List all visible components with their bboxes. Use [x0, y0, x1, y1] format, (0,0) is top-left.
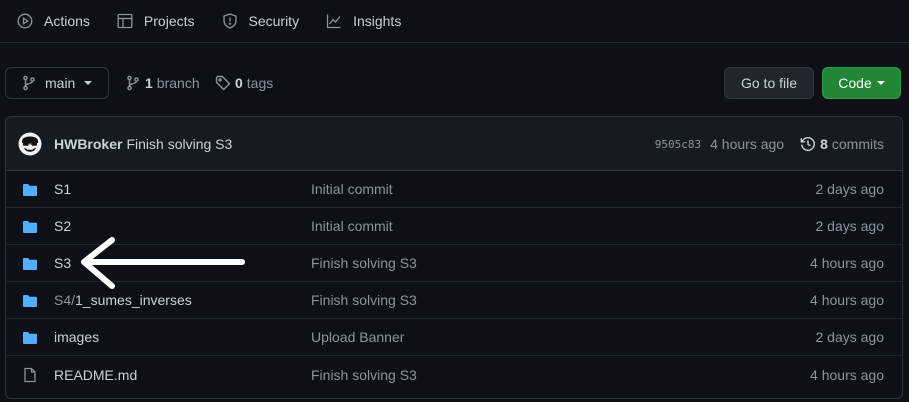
file-time: 2 days ago — [815, 181, 885, 197]
branch-bar: main 1 branch 0 tags Go to file Code — [5, 67, 903, 99]
git-branch-icon — [23, 75, 35, 91]
file-time: 4 hours ago — [810, 255, 884, 271]
repo-nav: Actions Projects Security Insights — [0, 0, 909, 43]
history-icon — [800, 137, 815, 151]
file-time: 2 days ago — [815, 329, 885, 345]
branch-name: main — [45, 75, 76, 91]
chevron-down-icon — [84, 81, 93, 85]
go-to-file-button[interactable]: Go to file — [724, 67, 814, 99]
tags-link[interactable]: 0 tags — [215, 67, 273, 99]
nav-insights-label: Insights — [353, 13, 402, 29]
file-commit-message[interactable]: Finish solving S3 — [311, 292, 417, 308]
commit-author[interactable]: HWBroker — [54, 136, 122, 152]
commit-message[interactable]: Finish solving S3 — [126, 136, 232, 152]
nav-insights[interactable]: Insights — [326, 13, 401, 29]
annotation-arrow — [81, 237, 245, 289]
file-icon — [24, 367, 36, 383]
file-name[interactable]: S3 — [54, 255, 71, 271]
file-row[interactable]: S1 Initial commit 2 days ago — [6, 171, 902, 208]
commits-link[interactable]: 8 commits — [800, 136, 884, 152]
play-circle-icon — [17, 13, 33, 29]
code-button[interactable]: Code — [822, 67, 901, 99]
folder-icon — [23, 258, 37, 270]
file-time: 4 hours ago — [810, 366, 884, 383]
file-row[interactable]: README.md Finish solving S3 4 hours ago — [6, 356, 902, 393]
tag-count: 0 — [235, 75, 243, 91]
file-name[interactable]: S4/1_sumes_inverses — [54, 292, 192, 308]
file-time: 4 hours ago — [810, 292, 884, 308]
file-name[interactable]: images — [54, 329, 99, 345]
file-name-prefix: S4/ — [54, 292, 76, 308]
branch-label: branch — [156, 75, 200, 91]
file-name-leaf: 1_sumes_inverses — [75, 292, 192, 308]
avatar[interactable] — [18, 132, 42, 156]
nav-actions[interactable]: Actions — [17, 13, 90, 29]
commit-sha[interactable]: 9505c83 — [655, 138, 701, 151]
file-commit-message[interactable]: Initial commit — [311, 181, 393, 197]
nav-actions-label: Actions — [44, 13, 90, 29]
folder-icon — [23, 221, 37, 233]
nav-projects-label: Projects — [143, 13, 195, 29]
file-time: 2 days ago — [815, 218, 885, 234]
file-commit-message[interactable]: Upload Banner — [311, 329, 404, 345]
nav-security-label: Security — [248, 13, 300, 29]
shield-icon — [222, 13, 237, 29]
commit-count: 8 — [820, 136, 828, 152]
file-row[interactable]: images Upload Banner 2 days ago — [6, 319, 902, 356]
file-commit-message[interactable]: Finish solving S3 — [311, 255, 417, 271]
branch-select-button[interactable]: main — [5, 67, 109, 99]
commit-meta: 9505c83 4 hours ago 8 commits — [655, 117, 884, 171]
file-name[interactable]: S1 — [54, 181, 71, 197]
git-branch-icon — [127, 75, 139, 91]
file-commit-message[interactable]: Initial commit — [311, 218, 393, 234]
branch-count: 1 — [145, 75, 153, 91]
file-name[interactable]: README.md — [54, 367, 137, 383]
file-name[interactable]: S2 — [54, 218, 71, 234]
graph-icon — [326, 14, 341, 29]
nav-security[interactable]: Security — [222, 13, 300, 29]
nav-projects[interactable]: Projects — [117, 13, 195, 29]
folder-icon — [23, 295, 37, 307]
folder-icon — [23, 332, 37, 344]
tag-label: tags — [246, 75, 274, 91]
branches-link[interactable]: 1 branch — [125, 67, 200, 99]
table-icon — [117, 13, 133, 29]
latest-commit-bar: HWBroker Finish solving S3 9505c83 4 hou… — [6, 117, 902, 171]
folder-icon — [23, 184, 37, 196]
commit-label: commits — [831, 136, 884, 152]
code-button-label: Code — [838, 75, 872, 91]
chevron-down-icon — [876, 81, 885, 85]
tag-icon — [215, 75, 231, 91]
commit-time: 4 hours ago — [710, 136, 785, 152]
file-commit-message[interactable]: Finish solving S3 — [311, 367, 417, 383]
